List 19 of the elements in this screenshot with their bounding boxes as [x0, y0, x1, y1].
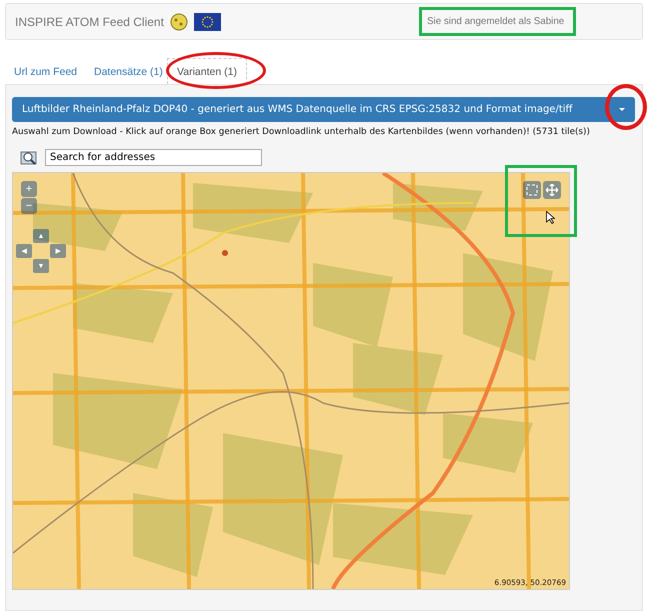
zoom-button[interactable]: + — [21, 181, 37, 197]
box-select-button[interactable] — [523, 181, 541, 199]
globe-logo-icon — [170, 12, 188, 30]
highlight-circle — [605, 84, 647, 130]
address-search-field[interactable]: Search for addresses — [45, 149, 262, 166]
tab[interactable]: Varianten (1) — [167, 58, 247, 84]
highlight-rectangle — [505, 165, 577, 237]
move-icon — [546, 184, 558, 196]
caret-icon — [619, 108, 625, 111]
magnifier-icon — [20, 149, 37, 166]
app-title: INSPIRE ATOM Feed Client — [15, 14, 164, 28]
variant-select[interactable]: Luftbilder Rheinland-Pfalz DOP40 - generiert aus WMS Datenquelle im CRS EPSG:25832 und Format image/tiff — [12, 97, 635, 122]
cursor-icon — [546, 211, 555, 224]
dashed-square-icon — [526, 184, 538, 196]
eu-flag-icon — [194, 12, 221, 30]
download-instruction: Auswahl zum Download - Klick auf orange Box generiert Downloadlink unterhalb des Kartenbildes (wenn vorhanden)! (5731 tile(s)) — [12, 127, 591, 137]
login-status: Sie sind angemeldet als Sabine — [419, 7, 576, 36]
pan-mode-button[interactable] — [543, 181, 561, 199]
zoom-button[interactable]: − — [21, 198, 37, 214]
